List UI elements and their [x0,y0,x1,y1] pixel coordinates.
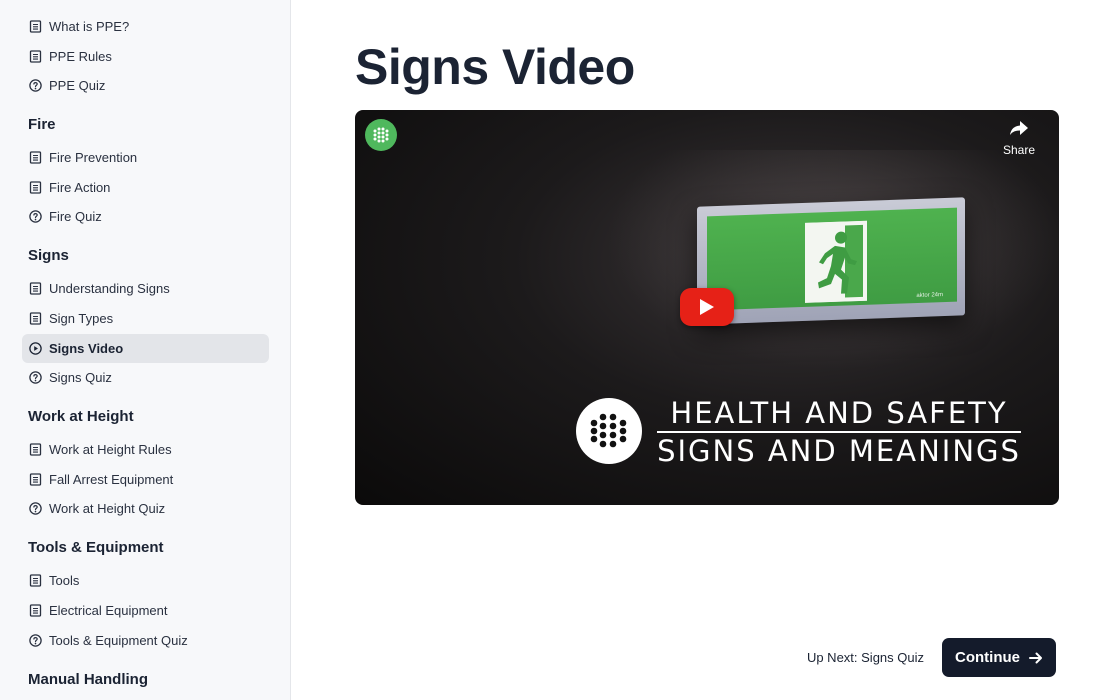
exit-sign-face: aktor 24m [707,207,957,311]
sidebar-section: Work at Height Work at Height Rules Fall A… [0,406,290,523]
question-icon [28,371,42,385]
page-icon [28,282,42,296]
share-label: Share [1002,143,1036,157]
page-icon [28,151,42,165]
sidebar-item-fire-action[interactable]: Fire Action [22,173,269,202]
exit-door-graphic [805,220,867,303]
arrow-right-icon [1029,652,1043,664]
page-icon [28,20,42,34]
sidebar-section: Manual Handling [0,669,290,691]
sidebar-section-title: Fire [28,116,56,134]
app-root: PPEWhat is PPE?PPE RulesPPE QuizFireFire… [0,0,1120,700]
sidebar-item-signs-quiz[interactable]: Signs Quiz [22,363,269,392]
page-icon [28,311,42,325]
sidebar-section: Fire Fire Prevention Fire Action Fire Quiz [0,114,290,231]
sidebar-item-label: PPE Rules [49,48,112,64]
sidebar-item-fire-quiz[interactable]: Fire Quiz [22,202,269,231]
page-title: Signs Video [355,39,635,95]
dots-logo-icon [373,127,389,143]
share-arrow-icon [1010,121,1028,135]
sidebar-section-title: Signs [28,247,69,265]
video-title-overlay: HEALTH AND SAFETY SIGNS AND MEANINGS [657,396,1021,469]
sidebar-section-title: PPE [22,0,269,5]
sidebar-item-label: Fall Arrest Equipment [49,471,174,487]
sidebar-item-label: Signs Quiz [49,370,112,386]
sidebar-section-title: Work at Height [28,408,134,426]
main-content: Signs Video aktor 24m Share HEALTH AND S… [292,0,1120,700]
up-next-label: Up Next: Signs Quiz [806,650,924,665]
sidebar-item-work-at-height-quiz[interactable]: Work at Height Quiz [22,494,269,523]
sidebar-item-label: What is PPE? [49,19,130,34]
lesson-footer: Up Next: Signs Quiz Continue [292,638,1120,678]
sidebar-section: PPE What is PPE? PPE Rules PPE Quiz [0,0,290,100]
sidebar-section: Signs Understanding Signs Sign Types Signs … [0,245,290,392]
sidebar-item-fire-prevention[interactable]: Fire Prevention [22,143,269,172]
sidebar-item-label: Tools & Equipment Quiz [49,632,188,648]
sidebar-section-title: Manual Handling [28,670,148,688]
continue-button[interactable]: Continue [942,638,1056,677]
page-icon [28,603,42,617]
sidebar-item-signs-video[interactable]: Signs Video [22,333,269,363]
channel-logo[interactable] [365,119,397,151]
page-icon [28,574,42,588]
question-icon [28,633,42,647]
caption-line-1: HEALTH AND SAFETY [657,396,1021,433]
sidebar-item-label: Understanding Signs [49,281,170,297]
sidebar-item-sign-types[interactable]: Sign Types [22,304,269,333]
sidebar-item-label: Electrical Equipment [49,602,168,618]
sidebar-section: Tools & Equipment Tools Electrical Equipme… [0,537,290,655]
page-icon [28,443,42,457]
sidebar-content: PPEWhat is PPE?PPE RulesPPE QuizFireFire… [0,0,290,698]
sidebar-item-ppe-rules[interactable]: PPE Rules [22,42,269,71]
play-triangle-icon [700,299,714,315]
sidebar-item-label: PPE Quiz [49,78,106,94]
sidebar-item-label: Fire Prevention [49,150,138,166]
question-icon [28,79,42,93]
sidebar-item-label: Sign Types [49,310,114,326]
sidebar-item-label: Signs Video [49,340,124,356]
question-icon [28,210,42,224]
share-button[interactable]: Share [1001,120,1037,157]
sidebar-item-label: Tools [49,573,80,589]
page-icon [28,180,42,194]
sidebar-item-understanding-signs[interactable]: Understanding Signs [22,274,269,303]
continue-label: Continue [955,649,1020,666]
question-icon [28,502,42,516]
running-man-icon [805,220,867,303]
video-player[interactable]: aktor 24m Share HEALTH AND SAFETY SIGNS … [355,110,1059,505]
sidebar-item-electrical-equipment[interactable]: Electrical Equipment [22,596,269,625]
sidebar-item-label: Fire Quiz [49,209,102,225]
brand-mark [576,398,642,464]
sidebar-item-ppe-quiz[interactable]: PPE Quiz [22,71,269,100]
play-icon [28,341,42,355]
sidebar-section-title: Tools & Equipment [28,539,164,557]
dots-brand-icon [590,413,627,448]
sidebar-item-tools-equipment-quiz[interactable]: Tools & Equipment Quiz [22,626,269,655]
sidebar-item-label: Fire Action [49,179,111,195]
sidebar-item-label: Work at Height Quiz [49,501,166,517]
sidebar-item-work-at-height-rules[interactable]: Work at Height Rules [22,435,269,464]
play-button[interactable] [680,288,734,326]
sidebar-item-tools[interactable]: Tools [22,566,269,595]
caption-line-2: SIGNS AND MEANINGS [657,434,1021,468]
sidebar-item-what-is-ppe[interactable]: What is PPE? [22,12,269,41]
page-icon [28,472,42,486]
exit-sign-image: aktor 24m [697,197,965,325]
sidebar: PPEWhat is PPE?PPE RulesPPE QuizFireFire… [0,0,291,700]
sidebar-item-fall-arrest-equipment[interactable]: Fall Arrest Equipment [22,465,269,494]
page-icon [28,49,42,63]
sidebar-item-label: Work at Height Rules [49,442,172,458]
sign-fine-print: aktor 24m [916,292,943,300]
